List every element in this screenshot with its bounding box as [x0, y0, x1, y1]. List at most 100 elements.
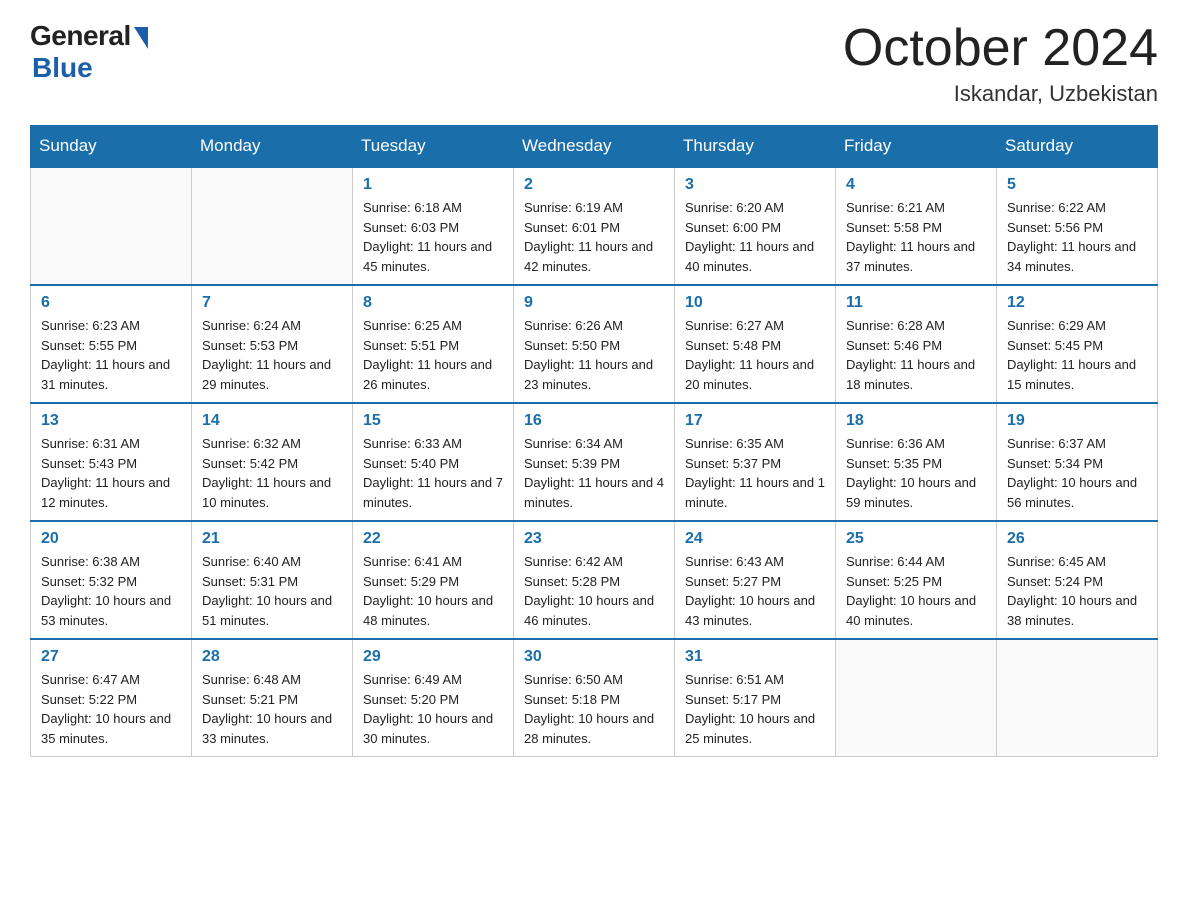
day-number: 21	[202, 530, 342, 548]
day-info: Sunrise: 6:27 AMSunset: 5:48 PMDaylight:…	[685, 316, 825, 394]
location: Iskandar, Uzbekistan	[843, 81, 1158, 107]
calendar-cell: 5 Sunrise: 6:22 AMSunset: 5:56 PMDaylight…	[997, 167, 1158, 285]
calendar-cell: 3 Sunrise: 6:20 AMSunset: 6:00 PMDaylight…	[675, 167, 836, 285]
day-number: 29	[363, 648, 503, 666]
day-info: Sunrise: 6:18 AMSunset: 6:03 PMDaylight:…	[363, 198, 503, 276]
day-number: 6	[41, 294, 181, 312]
day-info: Sunrise: 6:41 AMSunset: 5:29 PMDaylight:…	[363, 552, 503, 630]
logo-arrow-icon	[134, 27, 148, 49]
day-info: Sunrise: 6:36 AMSunset: 5:35 PMDaylight:…	[846, 434, 986, 512]
day-info: Sunrise: 6:34 AMSunset: 5:39 PMDaylight:…	[524, 434, 664, 512]
page-header: General Blue October 2024 Iskandar, Uzbe…	[30, 20, 1158, 107]
calendar-cell: 6 Sunrise: 6:23 AMSunset: 5:55 PMDaylight…	[31, 285, 192, 403]
calendar-cell: 1Sunrise: 6:18 AMSunset: 6:03 PMDaylight…	[353, 167, 514, 285]
calendar-cell: 14 Sunrise: 6:32 AMSunset: 5:42 PMDayligh…	[192, 403, 353, 521]
logo-general-text: General	[30, 20, 131, 52]
weekday-header-saturday: Saturday	[997, 126, 1158, 168]
calendar-cell: 8 Sunrise: 6:25 AMSunset: 5:51 PMDaylight…	[353, 285, 514, 403]
day-info: Sunrise: 6:44 AMSunset: 5:25 PMDaylight:…	[846, 552, 986, 630]
weekday-header-wednesday: Wednesday	[514, 126, 675, 168]
calendar-cell: 9 Sunrise: 6:26 AMSunset: 5:50 PMDaylight…	[514, 285, 675, 403]
calendar-cell: 28 Sunrise: 6:48 AMSunset: 5:21 PMDayligh…	[192, 639, 353, 757]
day-info: Sunrise: 6:20 AMSunset: 6:00 PMDaylight:…	[685, 198, 825, 276]
day-info: Sunrise: 6:37 AMSunset: 5:34 PMDaylight:…	[1007, 434, 1147, 512]
day-number: 18	[846, 412, 986, 430]
day-info: Sunrise: 6:32 AMSunset: 5:42 PMDaylight:…	[202, 434, 342, 512]
day-info: Sunrise: 6:38 AMSunset: 5:32 PMDaylight:…	[41, 552, 181, 630]
calendar-cell: 18 Sunrise: 6:36 AMSunset: 5:35 PMDayligh…	[836, 403, 997, 521]
day-info: Sunrise: 6:48 AMSunset: 5:21 PMDaylight:…	[202, 670, 342, 748]
day-info: Sunrise: 6:33 AMSunset: 5:40 PMDaylight:…	[363, 434, 503, 512]
calendar-cell	[31, 167, 192, 285]
calendar-cell: 16 Sunrise: 6:34 AMSunset: 5:39 PMDayligh…	[514, 403, 675, 521]
calendar-week-row: 27 Sunrise: 6:47 AMSunset: 5:22 PMDayligh…	[31, 639, 1158, 757]
day-number: 13	[41, 412, 181, 430]
weekday-header-thursday: Thursday	[675, 126, 836, 168]
calendar-cell: 7Sunrise: 6:24 AMSunset: 5:53 PMDaylight…	[192, 285, 353, 403]
calendar-cell	[836, 639, 997, 757]
weekday-header-friday: Friday	[836, 126, 997, 168]
day-number: 28	[202, 648, 342, 666]
day-number: 23	[524, 530, 664, 548]
day-number: 17	[685, 412, 825, 430]
day-number: 26	[1007, 530, 1147, 548]
calendar-cell: 27 Sunrise: 6:47 AMSunset: 5:22 PMDayligh…	[31, 639, 192, 757]
day-number: 3	[685, 176, 825, 194]
day-info: Sunrise: 6:45 AMSunset: 5:24 PMDaylight:…	[1007, 552, 1147, 630]
day-number: 12	[1007, 294, 1147, 312]
calendar-cell: 19 Sunrise: 6:37 AMSunset: 5:34 PMDayligh…	[997, 403, 1158, 521]
calendar-week-row: 13 Sunrise: 6:31 AMSunset: 5:43 PMDayligh…	[31, 403, 1158, 521]
day-number: 9	[524, 294, 664, 312]
day-info: Sunrise: 6:28 AMSunset: 5:46 PMDaylight:…	[846, 316, 986, 394]
calendar-cell: 25Sunrise: 6:44 AMSunset: 5:25 PMDayligh…	[836, 521, 997, 639]
calendar-cell: 4 Sunrise: 6:21 AMSunset: 5:58 PMDaylight…	[836, 167, 997, 285]
calendar-cell: 10Sunrise: 6:27 AMSunset: 5:48 PMDayligh…	[675, 285, 836, 403]
calendar-cell: 29 Sunrise: 6:49 AMSunset: 5:20 PMDayligh…	[353, 639, 514, 757]
calendar-cell: 30Sunrise: 6:50 AMSunset: 5:18 PMDayligh…	[514, 639, 675, 757]
day-info: Sunrise: 6:24 AMSunset: 5:53 PMDaylight:…	[202, 316, 342, 394]
calendar-week-row: 6 Sunrise: 6:23 AMSunset: 5:55 PMDaylight…	[31, 285, 1158, 403]
day-info: Sunrise: 6:35 AMSunset: 5:37 PMDaylight:…	[685, 434, 825, 512]
calendar-cell	[997, 639, 1158, 757]
calendar-cell: 17 Sunrise: 6:35 AMSunset: 5:37 PMDayligh…	[675, 403, 836, 521]
day-number: 24	[685, 530, 825, 548]
day-number: 8	[363, 294, 503, 312]
calendar-week-row: 1Sunrise: 6:18 AMSunset: 6:03 PMDaylight…	[31, 167, 1158, 285]
calendar-table: SundayMondayTuesdayWednesdayThursdayFrid…	[30, 125, 1158, 757]
day-number: 4	[846, 176, 986, 194]
title-section: October 2024 Iskandar, Uzbekistan	[843, 20, 1158, 107]
day-number: 5	[1007, 176, 1147, 194]
day-number: 16	[524, 412, 664, 430]
day-number: 19	[1007, 412, 1147, 430]
weekday-header-monday: Monday	[192, 126, 353, 168]
day-info: Sunrise: 6:25 AMSunset: 5:51 PMDaylight:…	[363, 316, 503, 394]
day-number: 14	[202, 412, 342, 430]
day-info: Sunrise: 6:31 AMSunset: 5:43 PMDaylight:…	[41, 434, 181, 512]
calendar-cell: 13 Sunrise: 6:31 AMSunset: 5:43 PMDayligh…	[31, 403, 192, 521]
weekday-header-sunday: Sunday	[31, 126, 192, 168]
logo-blue-text: Blue	[32, 52, 93, 84]
day-info: Sunrise: 6:21 AMSunset: 5:58 PMDaylight:…	[846, 198, 986, 276]
day-info: Sunrise: 6:47 AMSunset: 5:22 PMDaylight:…	[41, 670, 181, 748]
logo: General Blue	[30, 20, 148, 84]
day-info: Sunrise: 6:23 AMSunset: 5:55 PMDaylight:…	[41, 316, 181, 394]
calendar-cell: 15 Sunrise: 6:33 AMSunset: 5:40 PMDayligh…	[353, 403, 514, 521]
calendar-cell: 11Sunrise: 6:28 AMSunset: 5:46 PMDayligh…	[836, 285, 997, 403]
day-number: 27	[41, 648, 181, 666]
day-info: Sunrise: 6:51 AMSunset: 5:17 PMDaylight:…	[685, 670, 825, 748]
day-number: 15	[363, 412, 503, 430]
month-title: October 2024	[843, 20, 1158, 77]
day-info: Sunrise: 6:26 AMSunset: 5:50 PMDaylight:…	[524, 316, 664, 394]
day-info: Sunrise: 6:22 AMSunset: 5:56 PMDaylight:…	[1007, 198, 1147, 276]
calendar-week-row: 20 Sunrise: 6:38 AMSunset: 5:32 PMDayligh…	[31, 521, 1158, 639]
day-info: Sunrise: 6:29 AMSunset: 5:45 PMDaylight:…	[1007, 316, 1147, 394]
calendar-cell: 2Sunrise: 6:19 AMSunset: 6:01 PMDaylight…	[514, 167, 675, 285]
day-number: 20	[41, 530, 181, 548]
calendar-cell: 21Sunrise: 6:40 AMSunset: 5:31 PMDayligh…	[192, 521, 353, 639]
day-number: 31	[685, 648, 825, 666]
calendar-cell: 22Sunrise: 6:41 AMSunset: 5:29 PMDayligh…	[353, 521, 514, 639]
day-info: Sunrise: 6:49 AMSunset: 5:20 PMDaylight:…	[363, 670, 503, 748]
day-info: Sunrise: 6:50 AMSunset: 5:18 PMDaylight:…	[524, 670, 664, 748]
calendar-cell: 26 Sunrise: 6:45 AMSunset: 5:24 PMDayligh…	[997, 521, 1158, 639]
weekday-header-tuesday: Tuesday	[353, 126, 514, 168]
